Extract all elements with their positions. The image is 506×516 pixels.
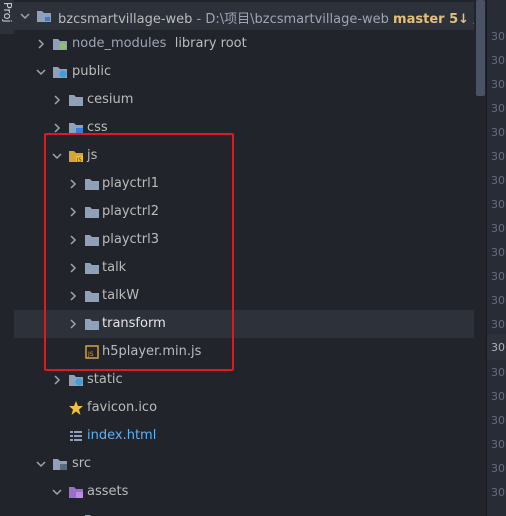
gutter-line-number: 30 [491, 318, 505, 331]
highlight-annotation-box [44, 133, 234, 371]
tree-label-public: public [72, 64, 112, 79]
html-file-icon [70, 431, 82, 441]
tree-label-cesium: cesium [87, 92, 134, 107]
tree-row-assets[interactable]: assets [14, 478, 474, 506]
gutter-line-number: 30 [491, 222, 505, 235]
star-icon [69, 401, 83, 415]
gutter-line-number: 30 [491, 150, 505, 163]
tree-label-index-html: index.html [87, 428, 157, 443]
gutter-line-number: 30 [491, 246, 505, 259]
gutter-line-number: 30 [491, 174, 505, 187]
tree-row-index-html[interactable]: index.html [14, 422, 474, 450]
project-tool-tab[interactable]: Proj [0, 0, 14, 34]
tree-row-src[interactable]: src [14, 450, 474, 478]
gutter-line-number: 30 [491, 414, 505, 427]
tree-scrollbar-thumb[interactable] [476, 0, 485, 96]
gutter-line-number: 30 [491, 30, 505, 43]
project-name-line: bzcsmartvillage-web - D:\项目\bzcsmartvill… [58, 8, 474, 27]
gutter-line-number: 30 [491, 390, 505, 403]
chevron-right-icon[interactable] [52, 123, 62, 133]
gutter-line-number: 30 [491, 54, 505, 67]
tree-label-node-modules: node_modules library root [72, 36, 247, 51]
tree-label-static: static [87, 372, 123, 387]
tree-row-favicon[interactable]: favicon.ico [14, 394, 474, 422]
tree-row-cesium[interactable]: cesium [14, 86, 474, 114]
gutter-line-number: 30 [491, 198, 505, 211]
gutter-line-number: 30 [491, 126, 505, 139]
chevron-down-icon[interactable] [36, 459, 46, 469]
gutter-line-number-current: 30 [491, 341, 505, 354]
git-branch-status: master 5↓ / 2 Δ [393, 12, 474, 27]
project-path: - D:\项目\bzcsmartvillage-web [196, 12, 389, 27]
chevron-right-icon[interactable] [52, 375, 62, 385]
gutter-line-number: 30 [491, 462, 505, 475]
chevron-right-icon[interactable] [36, 39, 46, 49]
folder-icon [69, 95, 83, 106]
module-folder-icon [37, 11, 51, 22]
tree-label-favicon: favicon.ico [87, 400, 158, 415]
side-tool-strip: Proj [0, 0, 15, 516]
tree-row-project-root[interactable]: bzcsmartvillage-web - D:\项目\bzcsmartvill… [14, 2, 474, 30]
gutter-line-number: 30 [491, 270, 505, 283]
web-folder-icon [53, 67, 67, 78]
tree-row-node-modules[interactable]: node_modules library root [14, 30, 474, 58]
tree-row-public[interactable]: public [14, 58, 474, 86]
project-tool-tab-label: Proj [1, 2, 14, 23]
chevron-right-icon[interactable] [52, 95, 62, 105]
tree-row-partial[interactable] [14, 506, 474, 516]
chevron-down-icon[interactable] [36, 67, 46, 77]
folder-icon [85, 515, 91, 516]
gutter-line-number: 30 [491, 438, 505, 451]
chevron-down-icon[interactable] [20, 11, 30, 21]
library-folder-icon [53, 39, 67, 50]
chevron-down-icon[interactable] [52, 487, 62, 497]
gutter-line-number: 30 [491, 366, 505, 379]
resource-folder-icon [69, 487, 83, 498]
gutter-line-number: 30 [491, 486, 505, 499]
gutter-line-number: 30 [491, 294, 505, 307]
project-name: bzcsmartvillage-web [58, 12, 193, 27]
editor-gutter: 30 30 30 30 30 30 30 30 30 30 30 30 30 3… [486, 0, 506, 516]
tree-label-src: src [72, 456, 91, 471]
source-folder-icon [53, 459, 67, 470]
web-folder-icon [69, 375, 83, 386]
tree-label-assets: assets [87, 484, 129, 499]
gutter-line-number: 30 [491, 102, 505, 115]
gutter-line-number: 30 [491, 78, 505, 91]
